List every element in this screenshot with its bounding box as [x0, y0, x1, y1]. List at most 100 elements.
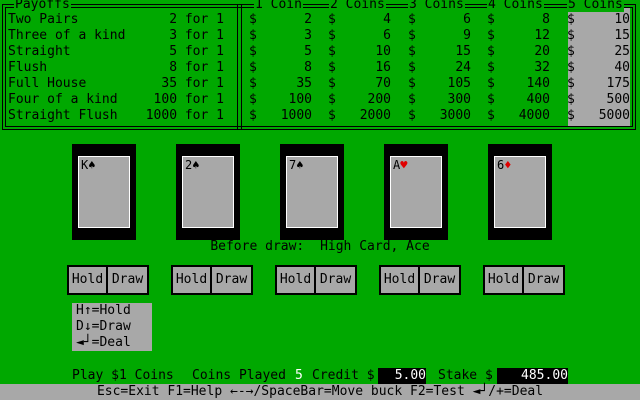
- card-face: 6♦: [494, 156, 546, 228]
- payoff-hand-name: Full House: [8, 76, 87, 91]
- payoff-value: 15: [455, 44, 471, 59]
- payoff-cell: $15: [567, 28, 630, 44]
- hold-draw-group: Hold Draw: [483, 265, 565, 295]
- payoff-cell: $1000: [249, 108, 312, 124]
- dollar-sign: $: [249, 108, 257, 123]
- draw-button[interactable]: Draw: [524, 267, 563, 293]
- payoff-value: 140: [526, 76, 550, 91]
- draw-button[interactable]: Draw: [108, 267, 147, 293]
- payoff-value: 4: [383, 12, 391, 27]
- payoff-value: 35: [296, 76, 312, 91]
- draw-button[interactable]: Draw: [420, 267, 459, 293]
- dollar-sign: $: [408, 44, 416, 59]
- stake-label: Stake $: [438, 368, 493, 383]
- dollar-sign: $: [328, 44, 336, 59]
- dollar-sign: $: [487, 44, 495, 59]
- payoff-cell: $9: [408, 28, 471, 44]
- playing-card[interactable]: 6♦: [488, 144, 552, 240]
- hold-button[interactable]: Hold: [381, 267, 418, 293]
- card-face: 2♠: [182, 156, 234, 228]
- payoff-value: 9: [463, 28, 471, 43]
- hold-draw-group: Hold Draw: [67, 265, 149, 295]
- hold-button[interactable]: Hold: [485, 267, 522, 293]
- dollar-sign: $: [567, 60, 575, 75]
- payoff-cell: $200: [328, 92, 391, 108]
- key-hints-footer: Esc=Exit F1=Help ←-→/SpaceBar=Move buck …: [0, 384, 640, 400]
- payoff-cell: $32: [487, 60, 550, 76]
- card-face: K♠: [78, 156, 130, 228]
- payoff-value: 25: [614, 44, 630, 59]
- info-bar: Play $1 Coins Coins Played 5 Credit $ 5.…: [0, 368, 640, 384]
- payoff-cell: $400: [487, 92, 550, 108]
- payoff-multiplier: 8 for 1: [169, 60, 224, 75]
- dollar-sign: $: [408, 108, 416, 123]
- payoff-value: 200: [367, 92, 391, 107]
- payoff-cell: $10: [328, 44, 391, 60]
- payoff-value: 6: [463, 12, 471, 27]
- coin-header-4: 4 Coins: [487, 0, 544, 12]
- dollar-sign: $: [249, 60, 257, 75]
- payoff-cell: $25: [567, 44, 630, 60]
- payoff-value: 1000: [280, 108, 312, 123]
- payoff-value: 5: [304, 44, 312, 59]
- payoff-cell: $35: [249, 76, 312, 92]
- dollar-sign: $: [249, 44, 257, 59]
- card-face: A♥: [390, 156, 442, 228]
- dollar-sign: $: [487, 108, 495, 123]
- black-suit-icon: ♠: [88, 158, 96, 172]
- dollar-sign: $: [487, 76, 495, 91]
- payoff-value: 4000: [518, 108, 550, 123]
- payoff-multiplier: 3 for 1: [169, 28, 224, 43]
- dollar-sign: $: [408, 28, 416, 43]
- card-corner: A♥: [393, 159, 407, 172]
- payoff-row: Full House 35 for 1 $35 $70 $105 $140 $175: [2, 76, 634, 92]
- payoff-value: 3000: [439, 108, 471, 123]
- payoff-multiplier: 5 for 1: [169, 44, 224, 59]
- payoff-multiplier: 100 for 1: [153, 92, 224, 107]
- payoff-value: 175: [606, 76, 630, 91]
- payoff-value: 10: [375, 44, 391, 59]
- dollar-sign: $: [328, 92, 336, 107]
- payoff-value: 2: [304, 12, 312, 27]
- payoff-row: Straight Flush 1000 for 1 $1000 $2000 $3000 $…: [2, 108, 634, 124]
- hold-draw-group: Hold Draw: [379, 265, 461, 295]
- dollar-sign: $: [328, 76, 336, 91]
- payoff-cell: $10: [567, 12, 630, 28]
- payoff-value: 32: [534, 60, 550, 75]
- payoff-cell: $100: [249, 92, 312, 108]
- playing-card[interactable]: 7♠: [280, 144, 344, 240]
- hold-button[interactable]: Hold: [173, 267, 210, 293]
- payoff-row: Two Pairs 2 for 1 $2 $4 $6 $8 $10: [2, 12, 634, 28]
- hold-button[interactable]: Hold: [69, 267, 106, 293]
- draw-button[interactable]: Draw: [316, 267, 355, 293]
- payoff-cell: $5000: [567, 108, 630, 124]
- dollar-sign: $: [249, 76, 257, 91]
- card-corner: 7♠: [289, 159, 303, 172]
- payoff-cell: $3: [249, 28, 312, 44]
- payoff-value: 300: [447, 92, 471, 107]
- stake-value: 485.00: [497, 368, 568, 384]
- payoff-value: 40: [614, 60, 630, 75]
- payoff-hand-name: Straight Flush: [8, 108, 118, 123]
- payoff-row: Flush 8 for 1 $8 $16 $24 $32 $40: [2, 60, 634, 76]
- dollar-sign: $: [328, 108, 336, 123]
- dollar-sign: $: [408, 76, 416, 91]
- card-face: 7♠: [286, 156, 338, 228]
- payoff-value: 3: [304, 28, 312, 43]
- payoff-value: 10: [614, 12, 630, 27]
- draw-button[interactable]: Draw: [212, 267, 251, 293]
- payoff-multiplier: 1000 for 1: [145, 108, 224, 123]
- playing-card[interactable]: A♥: [384, 144, 448, 240]
- hold-button[interactable]: Hold: [277, 267, 314, 293]
- hand-status: Before draw: High Card, Ace: [0, 238, 640, 256]
- dollar-sign: $: [249, 28, 257, 43]
- dollar-sign: $: [328, 12, 336, 27]
- payoff-value: 20: [534, 44, 550, 59]
- payoff-value: 24: [455, 60, 471, 75]
- payoff-cell: $6: [408, 12, 471, 28]
- help-hold: H↑=Hold: [76, 303, 131, 318]
- hold-draw-group: Hold Draw: [275, 265, 357, 295]
- payoff-hand-name: Flush: [8, 60, 48, 75]
- playing-card[interactable]: 2♠: [176, 144, 240, 240]
- playing-card[interactable]: K♠: [72, 144, 136, 240]
